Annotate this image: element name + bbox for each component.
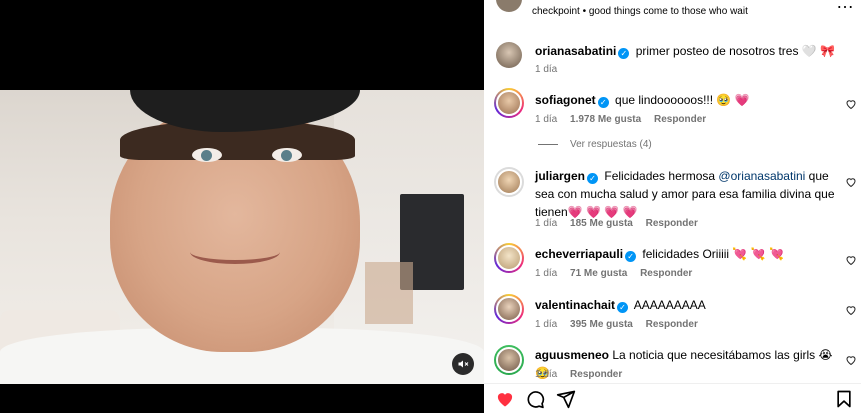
person-smile (190, 240, 280, 264)
post-caption: orianasabatini ✓ primer posteo de nosotro… (535, 42, 845, 60)
heart-icon[interactable] (845, 98, 857, 110)
mute-toggle-button[interactable] (452, 353, 474, 375)
comment-likes[interactable]: 1.978 Me gusta (570, 114, 641, 125)
comment-avatar[interactable] (494, 243, 524, 273)
background-shelf (365, 262, 413, 324)
comment-meta: 1 día 71 Me gusta Responder (535, 268, 702, 279)
verified-badge-icon: ✓ (618, 48, 630, 59)
comment-body: AAAAAAAAA (633, 298, 706, 312)
comment-likes[interactable]: 395 Me gusta (570, 319, 633, 330)
reply-button[interactable]: Responder (654, 114, 706, 125)
view-replies-button[interactable]: Ver respuestas (4) (538, 139, 652, 150)
heart-icon[interactable] (845, 354, 857, 366)
comment-body: Felicidades hermosa (604, 169, 719, 183)
person-left-eye (192, 148, 222, 162)
post-meta: 1 día (535, 64, 567, 75)
muted-speaker-icon (458, 360, 469, 368)
comment-text: juliargen ✓ Felicidades hermosa @orianasa… (535, 167, 840, 221)
heart-icon[interactable] (495, 389, 515, 409)
comment-time: 1 día (535, 369, 558, 380)
post-action-bar (484, 383, 861, 413)
reply-button[interactable]: Responder (570, 369, 622, 380)
comment-text: sofiagonet ✓ que lindoooooos!!! 🥹 💗 (535, 91, 835, 109)
reply-button[interactable]: Responder (640, 268, 692, 279)
comment-username[interactable]: sofiagonet (535, 93, 596, 107)
comment-time: 1 día (535, 218, 558, 229)
heart-icon[interactable] (845, 304, 857, 316)
verified-badge-icon: ✓ (597, 97, 609, 108)
comment-text: echeverriapauli ✓ felicidades Oriiiii 💘 💘… (535, 245, 835, 263)
comment-likes[interactable]: 185 Me gusta (570, 218, 633, 229)
comment-meta: 1 día Responder (535, 369, 632, 380)
bookmark-icon[interactable] (834, 389, 854, 409)
mention-link[interactable]: @orianasabatini (718, 169, 805, 183)
post-media[interactable] (0, 0, 484, 413)
comment-time: 1 día (535, 268, 558, 279)
post-caption-subtitle: checkpoint • good things come to those w… (532, 6, 748, 17)
person-right-eye (272, 148, 302, 162)
comment-body: felicidades Oriiiii 💘 💘 💘 (642, 247, 784, 261)
comments-panel[interactable]: checkpoint • good things come to those w… (484, 0, 861, 413)
share-icon[interactable] (556, 389, 576, 409)
comment-username[interactable]: aguusmeneo (535, 348, 609, 362)
reply-button[interactable]: Responder (646, 319, 698, 330)
heart-icon[interactable] (845, 254, 857, 266)
header-avatar[interactable] (496, 0, 522, 12)
comment-meta: 1 día 395 Me gusta Responder (535, 319, 708, 330)
replies-divider (538, 144, 558, 145)
more-options-icon[interactable]: … (836, 0, 855, 13)
video-frame[interactable] (0, 90, 484, 384)
comment-body: que lindoooooos!!! 🥹 💗 (615, 93, 750, 107)
comment-username[interactable]: juliargen (535, 169, 585, 183)
verified-badge-icon: ✓ (625, 251, 637, 262)
heart-icon[interactable] (845, 176, 857, 188)
comment-username[interactable]: valentinachait (535, 298, 615, 312)
comment-time: 1 día (535, 319, 558, 330)
comment-meta: 1 día 185 Me gusta Responder (535, 218, 708, 229)
comment-avatar[interactable] (494, 345, 524, 375)
post-time: 1 día (535, 64, 558, 75)
comment-avatar[interactable] (494, 167, 524, 197)
comment-icon[interactable] (525, 389, 545, 409)
post-caption-text: primer posteo de nosotros tres 🤍 🎀 (635, 44, 835, 58)
author-username[interactable]: orianasabatini (535, 44, 616, 58)
author-avatar[interactable] (496, 42, 522, 68)
comment-avatar[interactable] (494, 88, 524, 118)
comment-likes[interactable]: 71 Me gusta (570, 268, 627, 279)
comment-meta: 1 día 1.978 Me gusta Responder (535, 114, 716, 125)
verified-badge-icon: ✓ (617, 302, 629, 313)
view-replies-label: Ver respuestas (4) (570, 139, 652, 150)
reply-button[interactable]: Responder (646, 218, 698, 229)
comment-time: 1 día (535, 114, 558, 125)
comment-avatar[interactable] (494, 294, 524, 324)
verified-badge-icon: ✓ (587, 173, 599, 184)
comment-username[interactable]: echeverriapauli (535, 247, 623, 261)
comment-text: valentinachait ✓ AAAAAAAAA (535, 296, 835, 314)
instagram-post-view: checkpoint • good things come to those w… (0, 0, 861, 413)
